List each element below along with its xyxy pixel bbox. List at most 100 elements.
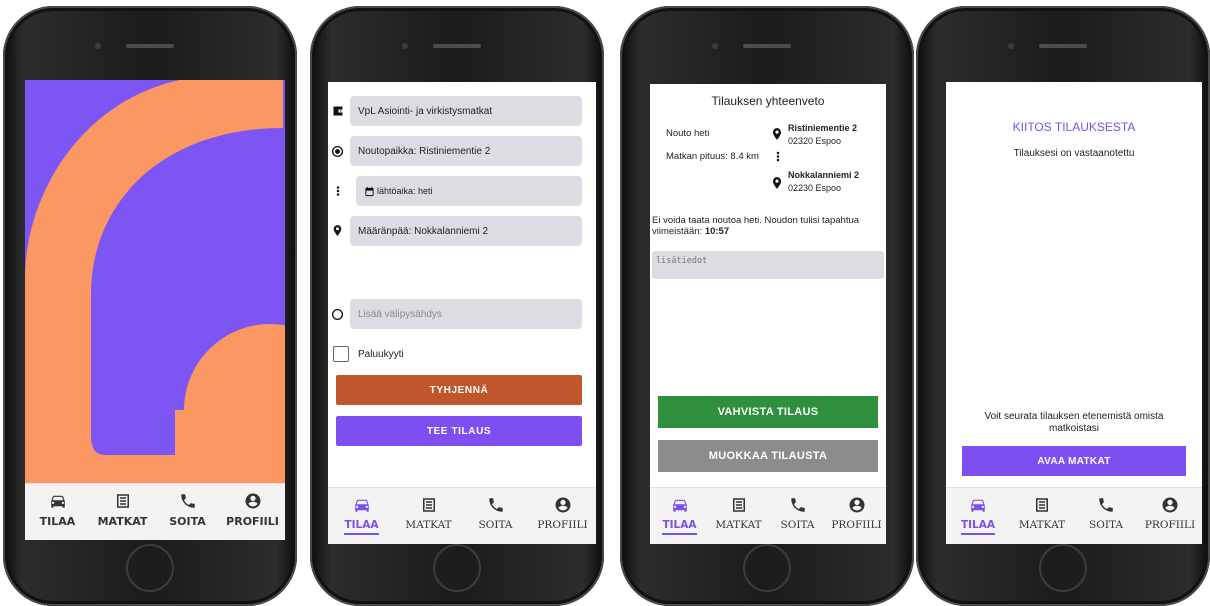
from-street: Ristiniementie 2 — [788, 123, 858, 133]
nav-tilaa[interactable]: TILAA — [650, 488, 709, 544]
nav-label: SOITA — [1089, 519, 1123, 531]
nav-label: TILAA — [662, 519, 697, 535]
list-icon — [422, 498, 435, 512]
confirm-order-button[interactable]: VAHVISTA TILAUS — [658, 396, 878, 428]
account-icon — [245, 493, 260, 509]
notes-placeholder: lisätiedot — [656, 256, 708, 266]
nav-soita[interactable]: SOITA — [155, 484, 220, 540]
phone-icon — [488, 498, 503, 512]
pickup-notice: Ei voida taata noutoa heti. Noudon tulis… — [652, 215, 884, 237]
home-button[interactable] — [433, 544, 481, 592]
nav-label: SOITA — [478, 519, 513, 531]
nav-label: MATKAT — [715, 519, 762, 531]
nav-label: PROFIILI — [537, 519, 588, 531]
nav-label: TILAA — [960, 519, 995, 535]
earpiece-speaker — [743, 44, 791, 48]
return-trip-label: Paluukyyti — [358, 349, 404, 360]
account-icon — [555, 497, 570, 513]
nav-soita[interactable]: SOITA — [768, 488, 827, 544]
nav-label: MATKAT — [97, 515, 148, 528]
account-icon — [849, 497, 864, 513]
home-button[interactable] — [126, 544, 174, 592]
nav-tilaa[interactable]: TILAA — [25, 484, 90, 540]
nav-profiili[interactable]: PROFIILI — [220, 484, 285, 540]
phone-icon — [1099, 498, 1113, 512]
front-camera — [1008, 43, 1014, 49]
pickup-notice-text: Ei voida taata noutoa heti. Noudon tulis… — [652, 215, 860, 237]
thanks-subtitle: Tilauksesi on vastaanotettu — [1013, 148, 1135, 159]
more-vertical-icon — [776, 151, 780, 162]
phone-summary: Tilauksen yhteenveto Nouto heti Matkan p… — [620, 6, 914, 606]
summary-screen: Tilauksen yhteenveto Nouto heti Matkan p… — [650, 84, 886, 544]
home-button[interactable] — [1039, 544, 1087, 592]
pickup-time: Nouto heti — [666, 128, 710, 139]
destination-value: Määränpää: Nokkalanniemi 2 — [358, 225, 489, 237]
summary-title: Tilauksen yhteenveto — [711, 94, 825, 108]
phone-icon — [790, 498, 805, 512]
edit-order-button[interactable]: MUOKKAA TILAUSTA — [658, 440, 878, 472]
home-button[interactable] — [743, 544, 791, 592]
pickup-field[interactable]: Noutopaikka: Ristiniementie 2 — [350, 136, 582, 166]
order-form-screen: VpL Asiointi- ja virkistysmatkat Noutopa… — [328, 82, 596, 544]
car-icon — [50, 495, 65, 508]
radio-empty-icon — [331, 308, 344, 321]
bottom-nav: TILAA MATKAT SOITA PROFIILI — [25, 483, 285, 540]
location-pin-icon — [333, 225, 342, 236]
submit-order-button[interactable]: TEE TILAUS — [336, 416, 582, 446]
earpiece-speaker — [126, 44, 174, 48]
car-icon — [354, 499, 369, 512]
notes-textarea[interactable]: lisätiedot — [652, 251, 884, 279]
nav-soita[interactable]: SOITA — [462, 488, 529, 544]
bottom-nav: TILAA MATKAT SOITA PROFIILI — [650, 487, 886, 544]
nav-tilaa[interactable]: TILAA — [946, 488, 1010, 544]
nav-label: MATKAT — [405, 519, 452, 531]
open-trips-button[interactable]: AVAA MATKAT — [962, 446, 1186, 476]
nav-profiili[interactable]: PROFIILI — [827, 488, 886, 544]
account-icon — [1162, 497, 1178, 513]
car-icon — [672, 499, 687, 512]
nav-label: TILAA — [39, 515, 76, 528]
list-icon — [116, 494, 129, 508]
add-stop-input[interactable]: Lisää välipysähdys — [350, 299, 582, 329]
return-trip-checkbox[interactable] — [333, 346, 349, 362]
car-icon — [971, 499, 985, 512]
nav-tilaa[interactable]: TILAA — [328, 488, 395, 544]
nav-matkat[interactable]: MATKAT — [395, 488, 462, 544]
departure-time-field[interactable]: lähtöaika: heti — [356, 176, 582, 206]
nav-matkat[interactable]: MATKAT — [709, 488, 768, 544]
nav-soita[interactable]: SOITA — [1074, 488, 1138, 544]
pickup-deadline: 10:57 — [704, 226, 730, 237]
splash-screen: TILAA MATKAT SOITA PROFIILI — [25, 80, 285, 540]
more-vertical-icon — [336, 186, 340, 196]
splash-logo-graphic — [25, 80, 285, 484]
destination-field[interactable]: Määränpää: Nokkalanniemi 2 — [350, 216, 582, 246]
nav-matkat[interactable]: MATKAT — [1010, 488, 1074, 544]
clear-button[interactable]: TYHJENNÄ — [336, 375, 582, 405]
earpiece-speaker — [1039, 44, 1087, 48]
phone-icon — [180, 494, 195, 508]
nav-profiili[interactable]: PROFIILI — [529, 488, 596, 544]
service-value: VpL Asiointi- ja virkistysmatkat — [358, 105, 493, 117]
add-stop-placeholder: Lisää välipysähdys — [358, 308, 442, 320]
thanks-screen: KIITOS TILAUKSESTA Tilauksesi on vastaan… — [946, 82, 1202, 544]
phone-splash: TILAA MATKAT SOITA PROFIILI — [3, 6, 297, 606]
to-street: Nokkalanniemi 2 — [788, 170, 860, 180]
nav-profiili[interactable]: PROFIILI — [1138, 488, 1202, 544]
wallet-icon — [333, 106, 343, 116]
departure-time-value: lähtöaika: heti — [377, 186, 433, 196]
to-location-icon — [772, 177, 782, 189]
nav-label: PROFIILI — [226, 515, 279, 528]
nav-matkat[interactable]: MATKAT — [90, 484, 155, 540]
phone-order-form: VpL Asiointi- ja virkistysmatkat Noutopa… — [310, 6, 604, 606]
nav-label: SOITA — [169, 515, 206, 528]
front-camera — [712, 43, 718, 49]
list-icon — [1036, 498, 1048, 512]
from-location-icon — [772, 128, 782, 140]
calendar-icon — [365, 186, 374, 196]
follow-text: Voit seurata tilauksen etenemistä omista… — [984, 411, 1164, 434]
thanks-title: KIITOS TILAUKSESTA — [1012, 120, 1136, 134]
front-camera — [402, 43, 408, 49]
service-field[interactable]: VpL Asiointi- ja virkistysmatkat — [350, 96, 582, 126]
nav-label: PROFIILI — [1144, 519, 1196, 531]
from-city: 02320 Espoo — [788, 136, 842, 146]
